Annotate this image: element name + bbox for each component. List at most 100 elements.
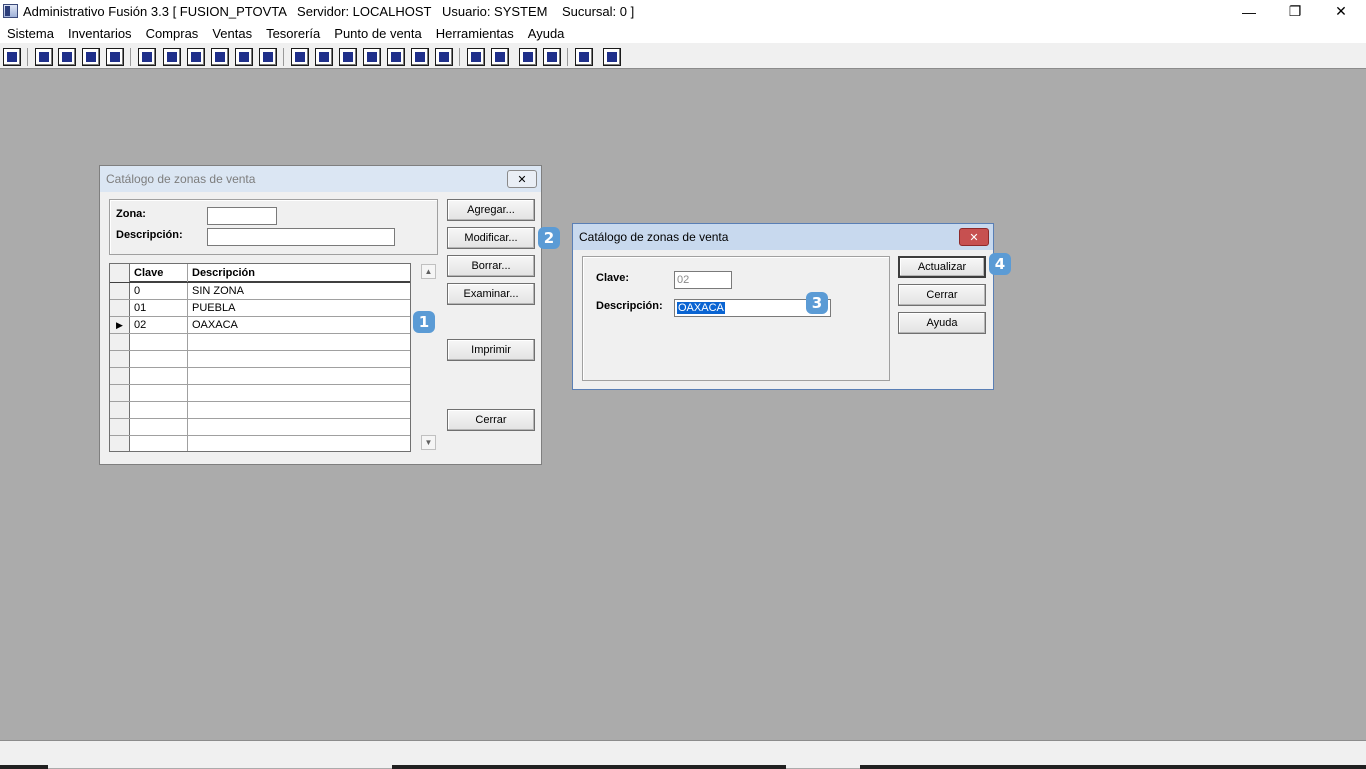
descripcion-input[interactable] (207, 228, 395, 246)
status-segment (860, 765, 1366, 769)
cell-descripcion[interactable] (189, 419, 410, 435)
cell-clave[interactable] (131, 368, 188, 384)
menu-punto-de-venta[interactable]: Punto de venta (334, 26, 421, 41)
toolbar-list-icon[interactable] (259, 48, 277, 66)
toolbar-money-icon[interactable] (387, 48, 405, 66)
menu-ventas[interactable]: Ventas (212, 26, 252, 41)
imprimir-button[interactable]: Imprimir (447, 339, 535, 361)
toolbar-clipboard-icon[interactable] (58, 48, 76, 66)
table-row-empty[interactable] (110, 419, 410, 436)
toolbar-import-icon[interactable] (187, 48, 205, 66)
cell-descripcion[interactable] (189, 351, 410, 367)
grid-header-indicator (110, 264, 130, 282)
cell-descripcion[interactable] (189, 385, 410, 401)
toolbar-document-icon[interactable] (235, 48, 253, 66)
grid-header: Clave Descripción (110, 264, 410, 283)
row-indicator (110, 402, 130, 418)
cell-clave[interactable]: 0 (131, 283, 188, 299)
callout-badge-4: 4 (989, 253, 1011, 275)
cerrar-button[interactable]: Cerrar (447, 409, 535, 431)
toolbar-user-icon[interactable] (138, 48, 156, 66)
scroll-up-icon[interactable]: ▲ (421, 264, 436, 279)
cell-descripcion[interactable] (189, 368, 410, 384)
menu-sistema[interactable]: Sistema (7, 26, 54, 41)
menu-ayuda[interactable]: Ayuda (528, 26, 565, 41)
cell-descripcion[interactable]: SIN ZONA (189, 283, 410, 299)
table-row[interactable]: 0 SIN ZONA (110, 283, 410, 300)
ayuda-button[interactable]: Ayuda (898, 312, 986, 334)
cell-clave[interactable] (131, 351, 188, 367)
table-row-empty[interactable] (110, 402, 410, 419)
toolbar-add-icon[interactable] (363, 48, 381, 66)
cell-clave[interactable] (131, 402, 188, 418)
modificar-button[interactable]: Modificar... (447, 227, 535, 249)
minimize-button[interactable]: — (1226, 0, 1272, 23)
cell-descripcion[interactable]: PUEBLA (189, 300, 410, 316)
column-header-descripcion[interactable]: Descripción (189, 264, 410, 282)
toolbar-home-icon[interactable] (467, 48, 485, 66)
actualizar-button[interactable]: Actualizar (898, 256, 986, 278)
toolbar-back-icon[interactable] (575, 48, 593, 66)
table-row-empty[interactable] (110, 385, 410, 402)
toolbar-table-icon[interactable] (435, 48, 453, 66)
toolbar-redo-icon[interactable] (519, 48, 537, 66)
toolbar-copy-icon[interactable] (35, 48, 53, 66)
column-header-clave[interactable]: Clave (131, 264, 188, 282)
table-row-empty[interactable] (110, 334, 410, 351)
catalog-dialog-title: Catálogo de zonas de venta (106, 172, 256, 186)
toolbar-people-icon[interactable] (291, 48, 309, 66)
cell-descripcion[interactable] (189, 436, 410, 451)
edit-close-icon[interactable]: ✕ (959, 228, 989, 246)
cell-clave[interactable]: 02 (131, 317, 188, 333)
zona-input[interactable] (207, 207, 277, 225)
edit-dialog-title: Catálogo de zonas de venta (579, 230, 729, 244)
table-row-empty[interactable] (110, 436, 410, 451)
cell-descripcion[interactable]: OAXACA (189, 317, 410, 333)
row-indicator (110, 300, 130, 316)
menu-inventarios[interactable]: Inventarios (68, 26, 132, 41)
toolbar-help-icon[interactable] (603, 48, 621, 66)
cell-clave[interactable] (131, 385, 188, 401)
close-window-button[interactable]: ✕ (1318, 0, 1364, 23)
table-row-selected[interactable]: ▶ 02 OAXACA (110, 317, 410, 334)
menu-herramientas[interactable]: Herramientas (436, 26, 514, 41)
menu-tesoreria[interactable]: Tesorería (266, 26, 320, 41)
cell-clave[interactable] (131, 436, 188, 451)
callout-badge-2: 2 (538, 227, 560, 249)
borrar-button[interactable]: Borrar... (447, 255, 535, 277)
toolbar (0, 43, 1366, 69)
scroll-down-icon[interactable]: ▼ (421, 435, 436, 450)
table-row-empty[interactable] (110, 368, 410, 385)
catalog-close-icon[interactable]: ✕ (507, 170, 537, 188)
edit-dialog-titlebar: Catálogo de zonas de venta (573, 224, 993, 250)
toolbar-folder-open-icon[interactable] (315, 48, 333, 66)
toolbar-search-icon[interactable] (106, 48, 124, 66)
cell-clave[interactable] (131, 334, 188, 350)
callout-badge-3: 3 (806, 292, 828, 314)
row-indicator (110, 283, 130, 299)
toolbar-calculator-icon[interactable] (3, 48, 21, 66)
cell-clave[interactable] (131, 419, 188, 435)
edit-cerrar-button[interactable]: Cerrar (898, 284, 986, 306)
toolbar-zoom-icon[interactable] (491, 48, 509, 66)
app-icon[interactable] (3, 4, 18, 18)
toolbar-folder-icon[interactable] (163, 48, 181, 66)
grid-scrollbar[interactable]: ▲ ▼ (420, 263, 437, 452)
examinar-button[interactable]: Examinar... (447, 283, 535, 305)
cell-descripcion[interactable] (189, 334, 410, 350)
cell-clave[interactable]: 01 (131, 300, 188, 316)
row-indicator (110, 368, 130, 384)
menu-compras[interactable]: Compras (146, 26, 199, 41)
toolbar-print-icon[interactable] (211, 48, 229, 66)
agregar-button[interactable]: Agregar... (447, 199, 535, 221)
table-row-empty[interactable] (110, 351, 410, 368)
window-titlebar: Administrativo Fusión 3.3 [ FUSION_PTOVT… (0, 0, 1366, 23)
zones-grid[interactable]: Clave Descripción 0 SIN ZONA 01 PUEBLA ▶… (109, 263, 411, 452)
toolbar-report-icon[interactable] (411, 48, 429, 66)
table-row[interactable]: 01 PUEBLA (110, 300, 410, 317)
toolbar-swap-icon[interactable] (82, 48, 100, 66)
cell-descripcion[interactable] (189, 402, 410, 418)
toolbar-export-icon[interactable] (339, 48, 357, 66)
restore-button[interactable]: ❐ (1272, 0, 1318, 23)
toolbar-undo-icon[interactable] (543, 48, 561, 66)
